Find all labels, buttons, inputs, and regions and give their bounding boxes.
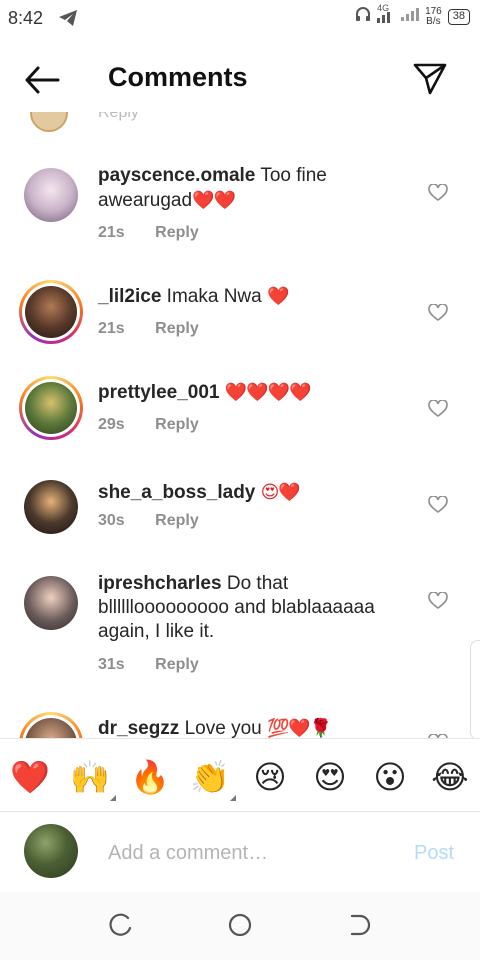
partial-avatar: [30, 112, 70, 132]
comment-username[interactable]: _lil2ice: [98, 286, 161, 307]
header: Comments: [0, 48, 480, 112]
paper-plane-icon: [413, 63, 447, 95]
comment-message: Love you: [184, 718, 262, 738]
comment-meta: 30s Reply: [98, 512, 199, 530]
emoji-laughing[interactable]: 😂: [428, 755, 472, 799]
avatar[interactable]: [19, 280, 83, 344]
speed-unit: B/s: [426, 15, 441, 27]
home-icon[interactable]: [227, 912, 253, 938]
comment-meta: 21s Reply: [98, 224, 199, 242]
back-nav-icon[interactable]: [346, 912, 372, 938]
like-heart-icon[interactable]: [428, 304, 448, 322]
emoji-quick-bar: ❤️ 🙌 🔥 👏 😢 😍 😮 😂: [0, 738, 480, 812]
skin-tone-indicator-icon: [110, 795, 116, 801]
comment-text: _lil2ice Imaka Nwa ❤️: [98, 284, 408, 309]
emoji-heart[interactable]: ❤️: [8, 755, 52, 799]
emoji-heart-eyes[interactable]: 😍: [308, 755, 352, 799]
like-heart-icon[interactable]: [428, 496, 448, 514]
post-button[interactable]: Post: [414, 842, 454, 865]
avatar[interactable]: [24, 576, 78, 630]
comment-text: payscence.omale Too fine awearugad❤️❤️: [98, 164, 408, 213]
network-type: 4G: [377, 2, 390, 13]
comment-text: ipreshcharles Do that bllllllooooooooo a…: [98, 572, 408, 644]
comment-composer: Post: [0, 812, 480, 892]
comment-time: 21s: [98, 320, 125, 337]
comment-meta: 29s Reply: [98, 416, 199, 434]
my-avatar: [24, 824, 78, 878]
telegram-icon: [58, 9, 78, 32]
back-button[interactable]: [24, 66, 64, 96]
emoji-raising-hands[interactable]: 🙌: [68, 755, 112, 799]
signal-bars-icon: [401, 7, 420, 26]
comment-emoji: ❤️❤️❤️❤️: [224, 382, 312, 402]
like-heart-icon[interactable]: [428, 400, 448, 418]
recent-apps-icon[interactable]: [108, 912, 134, 938]
comment-emoji: 😍❤️: [260, 482, 301, 502]
scroll-handle[interactable]: [470, 640, 480, 740]
comment-emoji: ❤️❤️: [192, 190, 236, 210]
reply-button[interactable]: Reply: [155, 224, 199, 241]
comment-text: prettylee_001 ❤️❤️❤️❤️: [98, 380, 408, 405]
network-speed: 176 B/s: [425, 6, 442, 27]
like-heart-icon[interactable]: [428, 184, 448, 202]
comment-username[interactable]: prettylee_001: [98, 382, 219, 403]
headphones-icon: [355, 6, 371, 27]
like-heart-icon[interactable]: [428, 592, 448, 610]
comment-input[interactable]: [108, 838, 388, 868]
emoji-fire[interactable]: 🔥: [128, 755, 172, 799]
avatar[interactable]: [19, 376, 83, 440]
comment-message: Imaka Nwa: [166, 286, 262, 307]
comment-time: 29s: [98, 416, 125, 433]
avatar[interactable]: [19, 712, 83, 738]
partial-reply-link[interactable]: Reply: [98, 112, 139, 122]
avatar[interactable]: [24, 168, 78, 222]
reply-button[interactable]: Reply: [155, 320, 199, 337]
page-title: Comments: [108, 62, 248, 92]
arrow-left-icon: [25, 66, 60, 94]
comment-username[interactable]: ipreshcharles: [98, 573, 222, 594]
signal-4g-icon: 4G: [377, 3, 395, 25]
emoji-clapping[interactable]: 👏: [188, 755, 232, 799]
comment-meta: 21s Reply: [98, 320, 199, 338]
status-bar: 8:42 4G 176 B/s 38: [0, 0, 480, 36]
comment-username[interactable]: she_a_boss_lady: [98, 482, 255, 503]
share-button[interactable]: [412, 62, 452, 98]
comment-emoji: 💯❤️🌹: [267, 718, 332, 738]
comment-text: dr_segzz Love you 💯❤️🌹: [98, 716, 408, 738]
comments-list[interactable]: Reply payscence.omale Too fine awearugad…: [0, 112, 480, 738]
reply-button[interactable]: Reply: [155, 416, 199, 433]
reply-button[interactable]: Reply: [155, 512, 199, 529]
comment-username[interactable]: payscence.omale: [98, 165, 255, 186]
comment-username[interactable]: dr_segzz: [98, 718, 179, 738]
avatar[interactable]: [24, 480, 78, 534]
comment-meta: 31s Reply: [98, 656, 199, 674]
system-nav-bar: [0, 892, 480, 960]
emoji-crying[interactable]: 😢: [248, 755, 292, 799]
emoji-surprised[interactable]: 😮: [368, 755, 412, 799]
battery-indicator: 38: [447, 8, 470, 25]
comment-emoji: ❤️: [266, 286, 289, 306]
comment-time: 31s: [98, 656, 125, 673]
comment-time: 21s: [98, 224, 125, 241]
comment-time: 30s: [98, 512, 125, 529]
comment-text: she_a_boss_lady 😍❤️: [98, 480, 408, 505]
skin-tone-indicator-icon: [230, 795, 236, 801]
reply-button[interactable]: Reply: [155, 656, 199, 673]
status-time: 8:42: [8, 8, 44, 28]
